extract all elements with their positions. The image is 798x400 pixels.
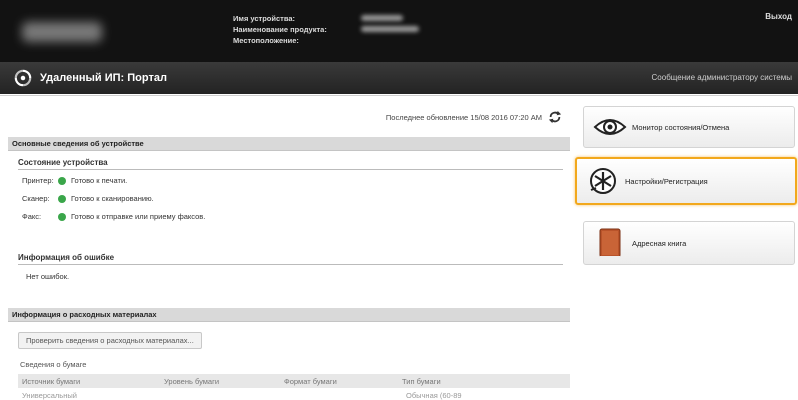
refresh-icon[interactable] bbox=[548, 110, 562, 124]
paper-size-header: Формат бумаги bbox=[284, 377, 337, 386]
paper-level-header: Уровень бумаги bbox=[164, 377, 220, 386]
check-consumables-button[interactable]: Проверить сведения о расходных материала… bbox=[18, 332, 202, 349]
table-row: Универсальный Обычная (60-89 bbox=[22, 391, 570, 400]
printer-status-text: Готово к печати. bbox=[71, 176, 128, 185]
status-monitor-button[interactable]: Монитор состояния/Отмена bbox=[583, 106, 795, 148]
scanner-label: Сканер: bbox=[22, 194, 50, 203]
settings-star-icon bbox=[585, 165, 621, 197]
status-ok-icon bbox=[58, 212, 66, 221]
paper-table-header: Источник бумаги Уровень бумаги Формат бу… bbox=[18, 374, 570, 388]
product-name-value bbox=[361, 26, 419, 32]
divider bbox=[0, 95, 798, 96]
fax-label: Факс: bbox=[22, 212, 42, 221]
scanner-status-row: Сканер: Готово к сканированию. bbox=[22, 194, 154, 203]
portal-bar: Удаленный ИП: Портал Сообщение администр… bbox=[0, 62, 798, 94]
location-label: Местоположение: bbox=[233, 36, 299, 45]
portal-icon bbox=[14, 69, 32, 87]
device-name-value bbox=[361, 15, 403, 21]
scanner-status-text: Готово к сканированию. bbox=[71, 194, 154, 203]
paper-type-header: Тип бумаги bbox=[402, 377, 441, 386]
no-errors-text: Нет ошибок. bbox=[26, 272, 70, 281]
portal-title: Удаленный ИП: Портал bbox=[40, 72, 167, 84]
logout-link[interactable]: Выход bbox=[765, 12, 792, 21]
main-content: Последнее обновление 15/08 2016 07:20 AM… bbox=[8, 103, 570, 400]
top-bar: Имя устройства: Наименование продукта: М… bbox=[0, 0, 798, 62]
device-info-block: Имя устройства: Наименование продукта: М… bbox=[233, 13, 419, 46]
status-ok-icon bbox=[58, 194, 66, 203]
consumables-section-header: Информация о расходных материалах bbox=[8, 308, 570, 322]
address-book-label: Адресная книга bbox=[632, 238, 687, 248]
location-row: Местоположение: bbox=[233, 35, 419, 46]
address-book-icon bbox=[592, 227, 628, 259]
device-name-row: Имя устройства: bbox=[233, 13, 419, 24]
settings-registration-label: Настройки/Регистрация bbox=[625, 176, 708, 186]
fax-status-row: Факс: Готово к отправке или приему факсо… bbox=[22, 212, 205, 221]
paper-type-cell: Обычная (60-89 bbox=[406, 391, 462, 400]
settings-registration-button[interactable]: Настройки/Регистрация bbox=[575, 157, 797, 205]
fax-status-text: Готово к отправке или приему факсов. bbox=[71, 212, 206, 221]
last-update-text: Последнее обновление 15/08 2016 07:20 AM bbox=[385, 112, 542, 122]
status-ok-icon bbox=[58, 176, 66, 185]
device-name-label: Имя устройства: bbox=[233, 14, 296, 23]
brand-logo bbox=[22, 22, 102, 42]
last-update-line: Последнее обновление 15/08 2016 07:20 AM bbox=[386, 110, 562, 124]
paper-source-cell: Универсальный bbox=[22, 391, 77, 400]
admin-message-link[interactable]: Сообщение администратору системы bbox=[652, 73, 792, 82]
error-info-heading: Информация об ошибке bbox=[18, 253, 563, 265]
printer-label: Принтер: bbox=[22, 176, 54, 185]
paper-source-header: Источник бумаги bbox=[22, 377, 81, 386]
status-monitor-label: Монитор состояния/Отмена bbox=[632, 122, 730, 132]
eye-icon bbox=[592, 111, 628, 143]
paper-info-heading: Сведения о бумаге bbox=[20, 360, 87, 369]
product-name-label: Наименование продукта: bbox=[233, 25, 327, 34]
device-status-heading: Состояние устройства bbox=[18, 158, 563, 170]
product-name-row: Наименование продукта: bbox=[233, 24, 419, 35]
printer-status-row: Принтер: Готово к печати. bbox=[22, 176, 127, 185]
basic-info-section-header: Основные сведения об устройстве bbox=[8, 137, 570, 151]
address-book-button[interactable]: Адресная книга bbox=[583, 221, 795, 265]
